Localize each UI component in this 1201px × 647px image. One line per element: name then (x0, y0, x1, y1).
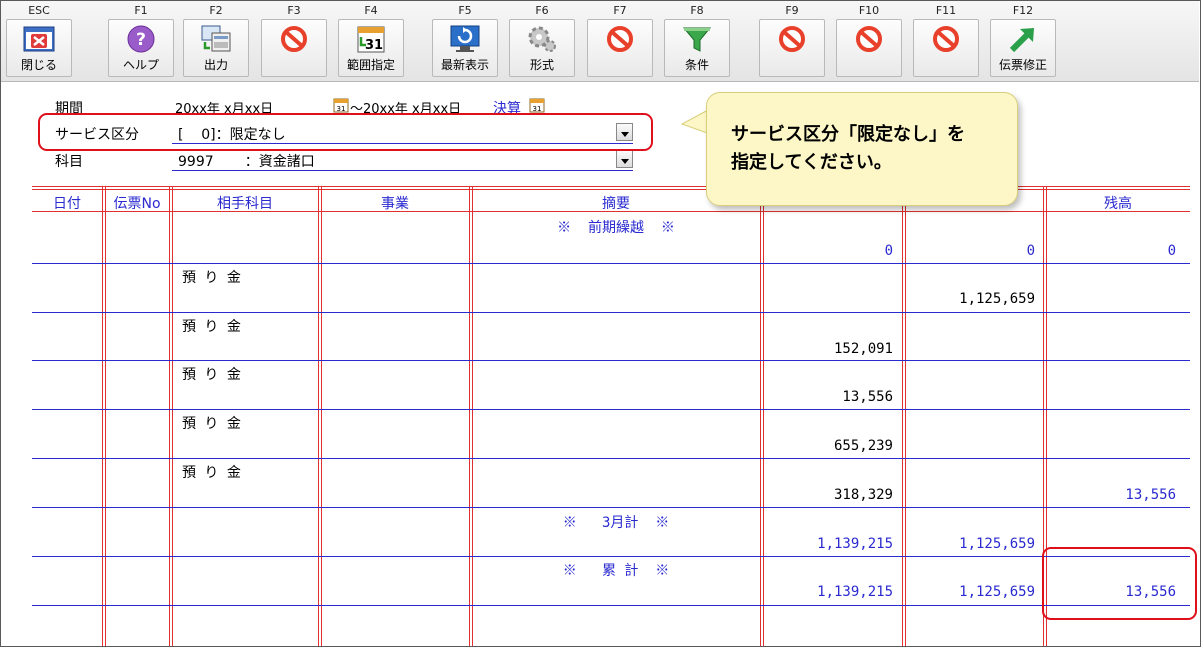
disabled-icon (281, 26, 307, 52)
format-button[interactable]: 形式 (509, 19, 575, 77)
f7-disabled-button[interactable] (587, 19, 653, 77)
balance-cell: 0 (1167, 243, 1176, 259)
condition-button-label: 条件 (684, 58, 709, 72)
balance-cell: 13,556 (1125, 487, 1176, 503)
f9-disabled-button[interactable] (759, 19, 825, 77)
gear-icon (528, 26, 556, 52)
instruction-callout: サービス区分「限定なし」を 指定してください。 (706, 92, 1018, 206)
help-icon: ? (127, 25, 155, 53)
slip-edit-button-label: 伝票修正 (998, 58, 1047, 72)
account-label: 科目 (55, 154, 83, 170)
counter-account-cell: 預 り 金 (182, 465, 241, 481)
format-button-label: 形式 (529, 58, 554, 72)
column-header-business: 事業 (381, 196, 409, 212)
fkey-f1-label: F1 (134, 4, 148, 17)
calendar-icon[interactable]: 31 (333, 97, 349, 113)
memo-cell: ※ 前期繰越 ※ (557, 220, 675, 236)
calendar-icon: 31 (357, 26, 385, 53)
help-button-label: ヘルプ (122, 58, 159, 72)
disabled-icon (856, 26, 882, 52)
f11-disabled-button[interactable] (913, 19, 979, 77)
disabled-icon (779, 26, 805, 52)
debit-cell: 1,139,215 (817, 536, 893, 552)
refresh-button-label: 最新表示 (440, 58, 489, 72)
chevron-down-icon[interactable] (616, 150, 633, 168)
callout-line-1: サービス区分「限定なし」を (731, 124, 965, 145)
cumulative-balance-highlight (1042, 547, 1197, 620)
svg-text:31: 31 (365, 38, 383, 53)
column-header-date: 日付 (53, 196, 81, 212)
svg-text:31: 31 (533, 105, 542, 113)
fkey-esc-label: ESC (28, 4, 50, 17)
condition-button[interactable]: 条件 (664, 19, 730, 77)
counter-account-cell: 預 り 金 (182, 367, 241, 383)
debit-cell: 0 (884, 243, 893, 259)
debit-cell: 318,329 (833, 487, 893, 503)
column-header-balance: 残高 (1104, 196, 1132, 212)
debit-cell: 152,091 (833, 341, 893, 357)
fkey-f10-label: F10 (858, 4, 880, 17)
fkey-f9-label: F9 (785, 4, 799, 17)
debit-cell: 1,139,215 (817, 584, 893, 600)
memo-cell: ※ 3月計 ※ (562, 515, 670, 531)
account-value: 9997 ：資金諸口 (178, 154, 315, 170)
column-header-counter-account: 相手科目 (217, 196, 273, 212)
filter-icon (682, 27, 712, 52)
function-key-toolbar: ESC 閉じる F1 ? ヘルプ F2 出力 F3 F4 31 範囲指定 F5 … (1, 1, 1199, 82)
column-header-slip-no: 伝票No (113, 196, 161, 212)
help-button[interactable]: ? ヘルプ (108, 19, 174, 77)
callout-line-2: 指定してください。 (731, 152, 892, 173)
credit-cell: 1,125,659 (959, 584, 1035, 600)
refresh-icon (450, 25, 480, 52)
output-button[interactable]: 出力 (183, 19, 249, 77)
range-button-label: 範囲指定 (346, 58, 395, 72)
fkey-f5-label: F5 (458, 4, 472, 17)
slip-edit-button[interactable]: 伝票修正 (990, 19, 1056, 77)
debit-cell: 13,556 (842, 389, 893, 405)
counter-account-cell: 預 り 金 (182, 416, 241, 432)
debit-cell: 655,239 (833, 438, 893, 454)
close-button-label: 閉じる (20, 58, 57, 72)
fkey-f6-label: F6 (535, 4, 549, 17)
edit-arrow-icon (1009, 28, 1034, 53)
disabled-icon (607, 26, 633, 52)
fkey-f8-label: F8 (690, 4, 704, 17)
svg-text:31: 31 (337, 105, 346, 113)
service-category-highlight (38, 113, 653, 151)
memo-cell: ※ 累 計 ※ (562, 563, 670, 579)
calendar-icon[interactable]: 31 (529, 97, 545, 113)
fkey-f7-label: F7 (613, 4, 627, 17)
fkey-f11-label: F11 (935, 4, 957, 17)
output-button-label: 出力 (203, 58, 228, 72)
credit-cell: 0 (1026, 243, 1035, 259)
disabled-icon (933, 26, 959, 52)
output-icon (201, 25, 231, 52)
callout-text: サービス区分「限定なし」を 指定してください。 (731, 121, 965, 177)
refresh-button[interactable]: 最新表示 (432, 19, 498, 77)
f10-disabled-button[interactable] (836, 19, 902, 77)
fkey-f2-label: F2 (209, 4, 223, 17)
range-button[interactable]: 31 範囲指定 (338, 19, 404, 77)
close-window-icon (23, 26, 55, 52)
counter-account-cell: 預 り 金 (182, 319, 241, 335)
fkey-f4-label: F4 (364, 4, 378, 17)
svg-text:?: ? (136, 30, 146, 50)
close-button[interactable]: 閉じる (6, 19, 72, 77)
fkey-f3-label: F3 (287, 4, 301, 17)
counter-account-cell: 預 り 金 (182, 270, 241, 286)
fkey-f12-label: F12 (1012, 4, 1034, 17)
account-select[interactable]: 9997 ：資金諸口 (172, 149, 633, 171)
credit-cell: 1,125,659 (959, 536, 1035, 552)
credit-cell: 1,125,659 (959, 291, 1035, 307)
f3-disabled-button[interactable] (261, 19, 327, 77)
ledger-table: 日付 伝票No 相手科目 事業 摘要 残高 ※ 前期繰越 ※ 0 0 0 預 り… (32, 186, 1190, 646)
